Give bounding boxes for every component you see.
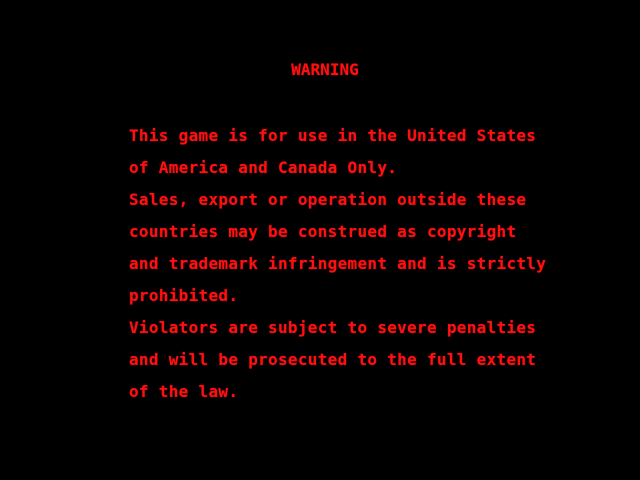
warning-title: WARNING bbox=[291, 60, 359, 79]
warning-line: and trademark infringement and is strict… bbox=[129, 254, 547, 273]
warning-line: This game is for use in the United State… bbox=[129, 126, 537, 145]
warning-screen: WARNING This game is for use in the Unit… bbox=[0, 0, 640, 480]
warning-line: of the law. bbox=[129, 382, 239, 401]
warning-line: Sales, export or operation outside these bbox=[129, 190, 527, 209]
warning-line: countries may be construed as copyright bbox=[129, 222, 517, 241]
warning-line: Violators are subject to severe penaltie… bbox=[129, 318, 537, 337]
warning-line: of America and Canada Only. bbox=[129, 158, 398, 177]
warning-line: prohibited. bbox=[129, 286, 239, 305]
warning-message: This game is for use in the United State… bbox=[129, 124, 629, 412]
warning-line: and will be prosecuted to the full exten… bbox=[129, 350, 537, 369]
